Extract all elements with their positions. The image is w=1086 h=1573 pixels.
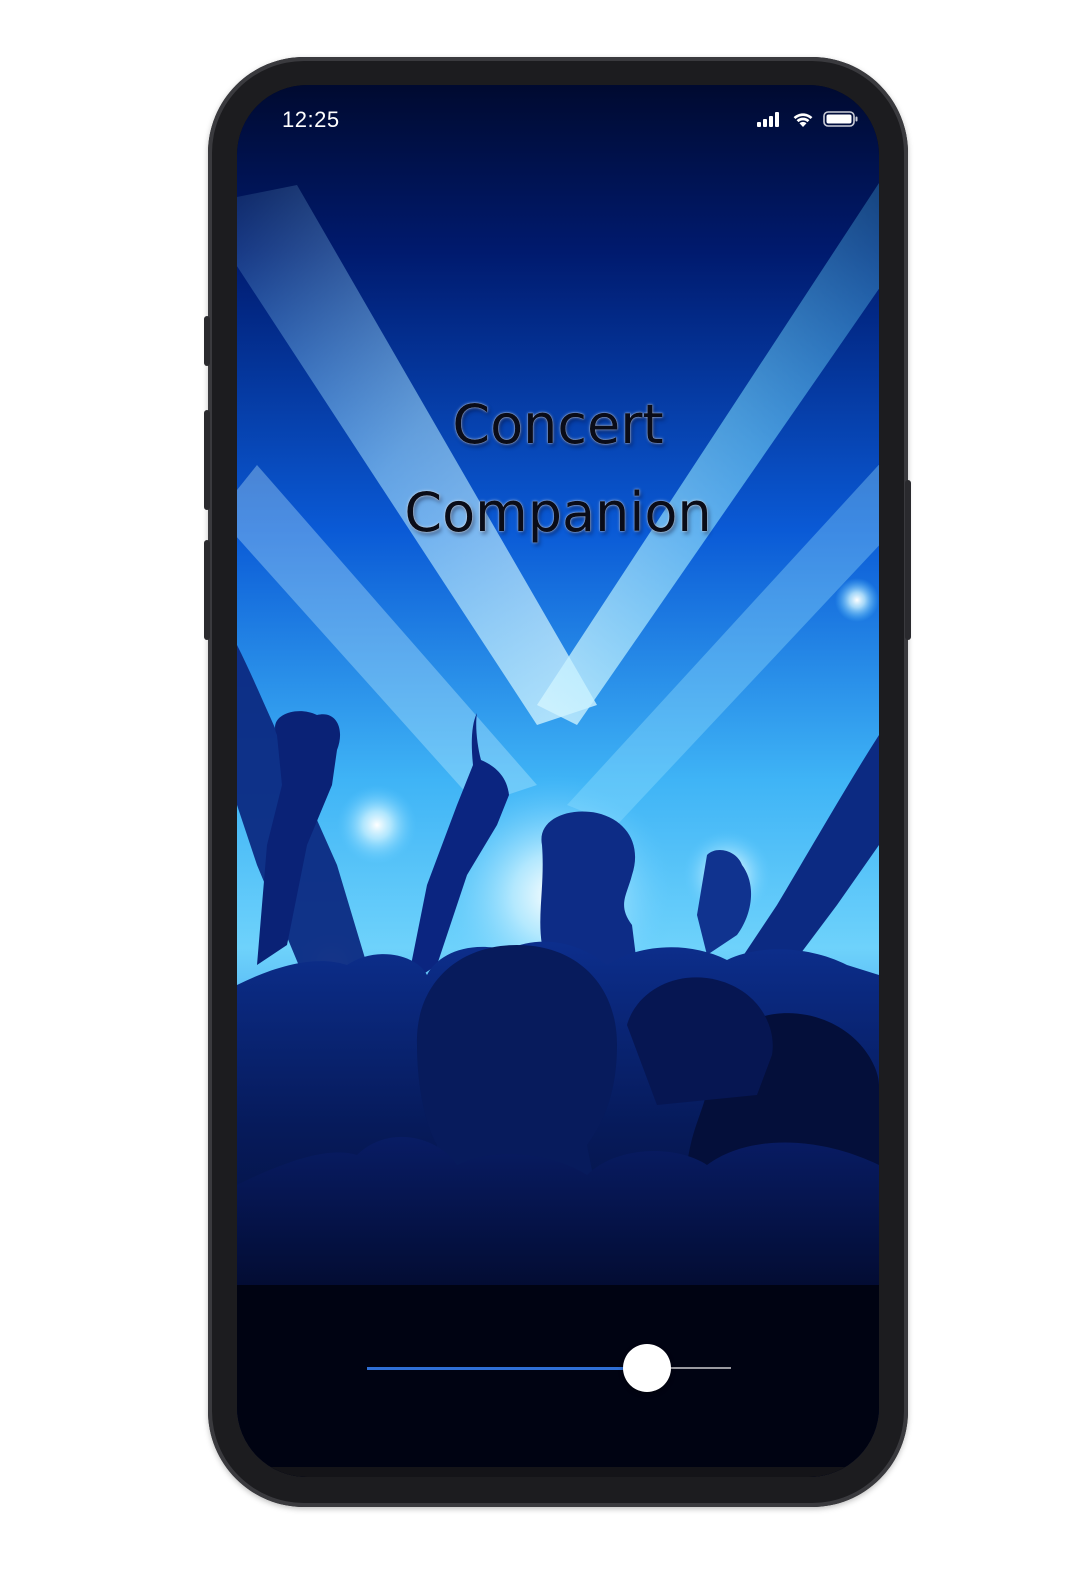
status-icons [757, 109, 859, 129]
mute-switch [204, 316, 210, 366]
volume-down-button [204, 540, 210, 640]
concert-crowd-background [237, 85, 879, 1477]
battery-icon [823, 111, 858, 127]
wifi-icon [793, 113, 813, 127]
progress-slider[interactable] [367, 1343, 731, 1393]
slider-thumb[interactable] [623, 1344, 672, 1392]
cellular-signal-icon [757, 112, 779, 127]
power-button [905, 480, 911, 640]
app-title-line-1: Concert [452, 393, 664, 456]
app-title-line-2: Companion [404, 481, 712, 544]
screen-bottom-edge [237, 1467, 879, 1477]
volume-up-button [204, 410, 210, 510]
app-screen: 12:25 Concert Companion [237, 85, 879, 1477]
status-time: 12:25 [282, 107, 340, 132]
slider-fill [367, 1367, 648, 1370]
